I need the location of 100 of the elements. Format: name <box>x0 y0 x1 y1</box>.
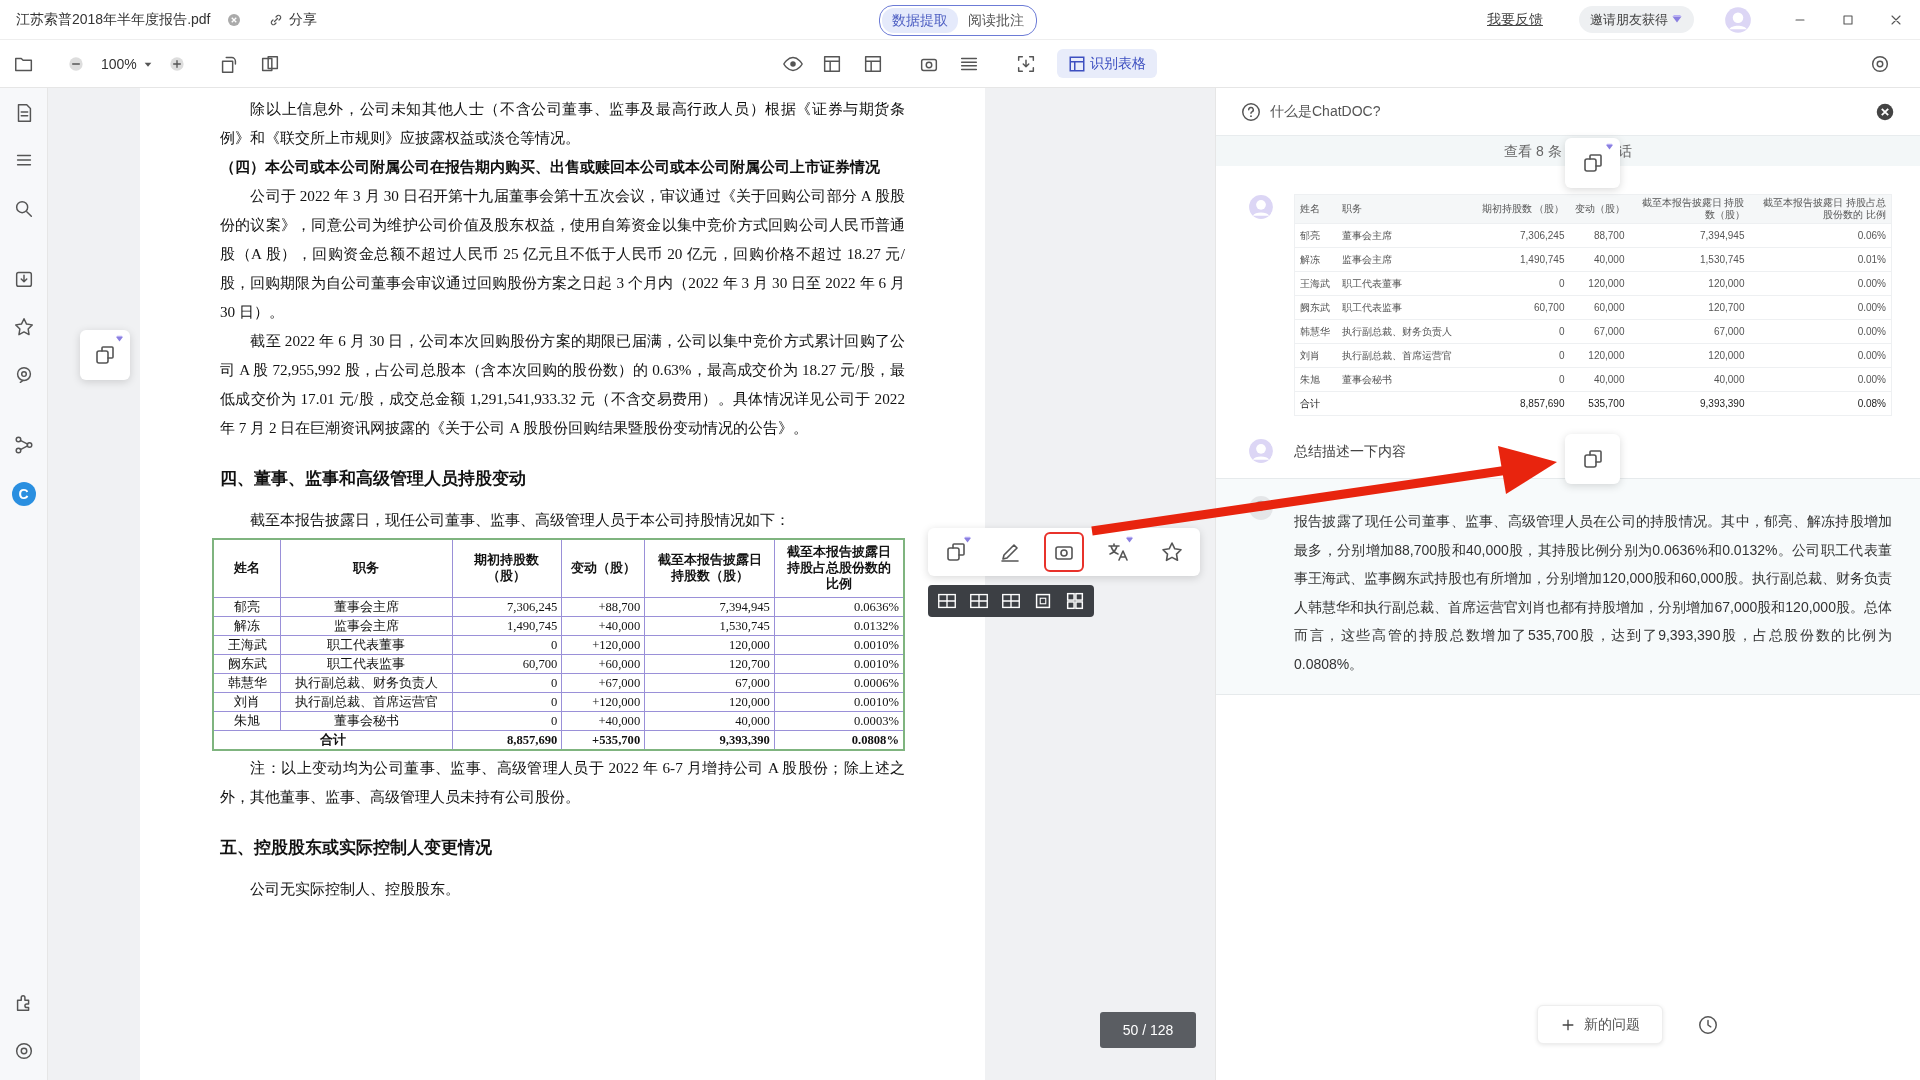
mode-tab[interactable]: 阅读批注 <box>958 8 1034 33</box>
grid-icon[interactable] <box>1064 590 1086 612</box>
table-cell: 0 <box>1461 319 1570 344</box>
table-cell: 535,700 <box>1569 391 1630 416</box>
table-cell: 67,000 <box>1629 319 1750 344</box>
table-cell: 0.08% <box>1749 391 1892 416</box>
table-cell: 职工代表董事 <box>280 635 453 654</box>
page-indicator[interactable]: 50 / 128 <box>1100 1012 1196 1048</box>
table-cell: 8,857,690 <box>1461 391 1570 416</box>
table-cell: 40,000 <box>1629 367 1750 392</box>
column-header: 姓名 <box>213 539 281 597</box>
table-cell: 郁亮 <box>213 597 281 616</box>
share-link[interactable]: 分享 <box>288 9 317 30</box>
table-cell: 120,700 <box>1629 295 1750 320</box>
scan-icon[interactable] <box>1015 53 1037 75</box>
table-cell: 执行副总裁、首席运营官 <box>280 692 453 711</box>
gem-icon <box>1125 536 1134 545</box>
table-cell: 0.00% <box>1749 271 1892 296</box>
table-cell: 40,000 <box>1569 247 1630 272</box>
zoom-out-icon[interactable] <box>66 54 86 74</box>
column-header: 截至本报告披露日持股数（股） <box>644 539 775 597</box>
table-cell: 监事会主席 <box>280 616 453 635</box>
paragraph: 注：以上变动均为公司董事、监事、高级管理人员于 2022 年 6-7 月增持公司 A 股股份；除上述之外，其他董事、监事、高级管理人员未持有公司股份。 <box>220 757 905 807</box>
table-cell: 40,000 <box>1569 367 1630 392</box>
table-cell: 王海武 <box>1294 271 1337 296</box>
table-cell: 董事会秘书 <box>1336 367 1462 392</box>
table-cell: 郁亮 <box>1294 223 1337 248</box>
table-cell: 执行副总裁、财务负责人 <box>280 673 453 692</box>
table-cell: 1,490,745 <box>1461 247 1570 272</box>
table-cell: +40,000 <box>561 711 645 730</box>
table-cell: +88,700 <box>561 597 645 616</box>
table-cell: 0 <box>452 635 562 654</box>
table-cell: +67,000 <box>561 673 645 692</box>
table-icon[interactable] <box>862 53 884 75</box>
help-icon[interactable] <box>1240 100 1262 123</box>
history-banner[interactable]: 查看 8 条 话 <box>1216 136 1920 166</box>
table-cell: 合计 <box>1294 391 1337 416</box>
table-icon[interactable] <box>821 53 843 75</box>
copy-button[interactable] <box>1565 434 1620 484</box>
mode-tab[interactable]: 数据提取 <box>882 8 958 33</box>
settings-icon[interactable] <box>1869 53 1891 75</box>
new-question-button[interactable]: 新的问题 <box>1537 1005 1663 1044</box>
table-cell: 0 <box>1461 367 1570 392</box>
table-cell: 0 <box>1461 343 1570 368</box>
column-header: 截至本报告披露日 持股占总股份数的 比例 <box>1749 194 1892 224</box>
table-cell: 董事会主席 <box>280 597 453 616</box>
table-cell: 120,000 <box>1569 343 1630 368</box>
table-cell: +40,000 <box>561 616 645 635</box>
table-cell: 120,000 <box>1629 343 1750 368</box>
copy-icon <box>93 343 117 367</box>
copy-button[interactable] <box>1565 138 1620 188</box>
table-cell: 120,000 <box>1569 271 1630 296</box>
table-cell: 120,700 <box>644 654 775 673</box>
invite-button[interactable]: 邀请朋友获得 <box>1579 5 1694 34</box>
recognize-table-button[interactable]: 识别表格 <box>1057 49 1157 78</box>
table-cell: 88,700 <box>1569 223 1630 248</box>
table-cell: 朱旭 <box>1294 367 1337 392</box>
feedback-link[interactable]: 我要反馈 <box>1487 9 1543 30</box>
star-icon[interactable] <box>12 316 35 338</box>
gem-icon <box>1605 143 1614 152</box>
history-icon[interactable] <box>1697 1013 1719 1036</box>
table-cell: 0.00% <box>1749 319 1892 344</box>
table-cell: 0.00% <box>1749 295 1892 320</box>
table-cell: 0.00% <box>1749 367 1892 392</box>
paragraph: 公司于 2022 年 3 月 30 日召开第十九届董事会第十五次会议，审议通过《关于回购公司部分 A 股股份的议案》，同意公司为维护公司价值及股东权益，使用自筹资金以集中竞价方式回购公司人民币普通股（A 股），回购资金总额不超过人民币 25 亿元且不低于人民币 20 亿元，回购价格不超过 18.27 元/股，回购期限为自公司董事会审议通过回购股份方案之日起 3 个月内（2022 年 3 月 30 日至 2022 年 6 月 30 日）。 <box>220 186 905 322</box>
section-heading: 五、控股股东或实际控制人变更情况 <box>220 836 493 859</box>
zoom-in-icon[interactable] <box>167 54 187 74</box>
table-cell: 0 <box>452 711 562 730</box>
table-cell: 120,000 <box>1629 271 1750 296</box>
column-header: 截至本报告披露日 持股数（股） <box>1629 194 1750 224</box>
table-cell: 60,700 <box>452 654 562 673</box>
paragraph: 除以上信息外，公司未知其他人士（不含公司董事、监事及最高行政人员）根据《证券与期货条例》和《联交所上市规则》应披露权益或淡仓等情况。 <box>220 99 905 148</box>
table-cell: 王海武 <box>213 635 281 654</box>
table-cell: +60,000 <box>561 654 645 673</box>
table-cell: 职工代表监事 <box>1336 295 1462 320</box>
table-cell: 40,000 <box>644 711 775 730</box>
section-heading: 四、董事、监事和高级管理人员持股变动 <box>220 468 527 490</box>
column-header: 姓名 <box>1294 194 1337 224</box>
paragraph: 截至本报告披露日，现任公司董事、监事、高级管理人员于本公司持股情况如下： <box>249 510 792 530</box>
table-cell: 67,000 <box>644 673 775 692</box>
table-cell: 7,394,945 <box>644 597 775 616</box>
table-cell: +120,000 <box>561 692 645 711</box>
table-cell: 60,700 <box>1461 295 1570 320</box>
translate-icon <box>1106 540 1130 564</box>
tool-button[interactable] <box>1044 532 1084 572</box>
table-cell: 执行副总裁、财务负责人 <box>1336 319 1462 344</box>
table-cell: +120,000 <box>561 635 645 654</box>
table-cell: 董事会秘书 <box>280 711 453 730</box>
table-cell: 韩慧华 <box>213 673 281 692</box>
user-avatar-icon <box>1248 194 1274 220</box>
chat-title[interactable]: 什么是ChatDOC? <box>1270 101 1381 122</box>
table-cell: 0 <box>452 692 562 711</box>
table-cell: 韩慧华 <box>1294 319 1337 344</box>
table-cell: 67,000 <box>1569 319 1630 344</box>
zoom-level[interactable]: 100% <box>101 54 137 75</box>
branch-icon[interactable] <box>12 434 35 456</box>
column-header: 变动（股） <box>561 539 645 597</box>
table-cell: 0.06% <box>1749 223 1892 248</box>
copy-button[interactable] <box>80 330 130 380</box>
table-cell: 0.01% <box>1749 247 1892 272</box>
